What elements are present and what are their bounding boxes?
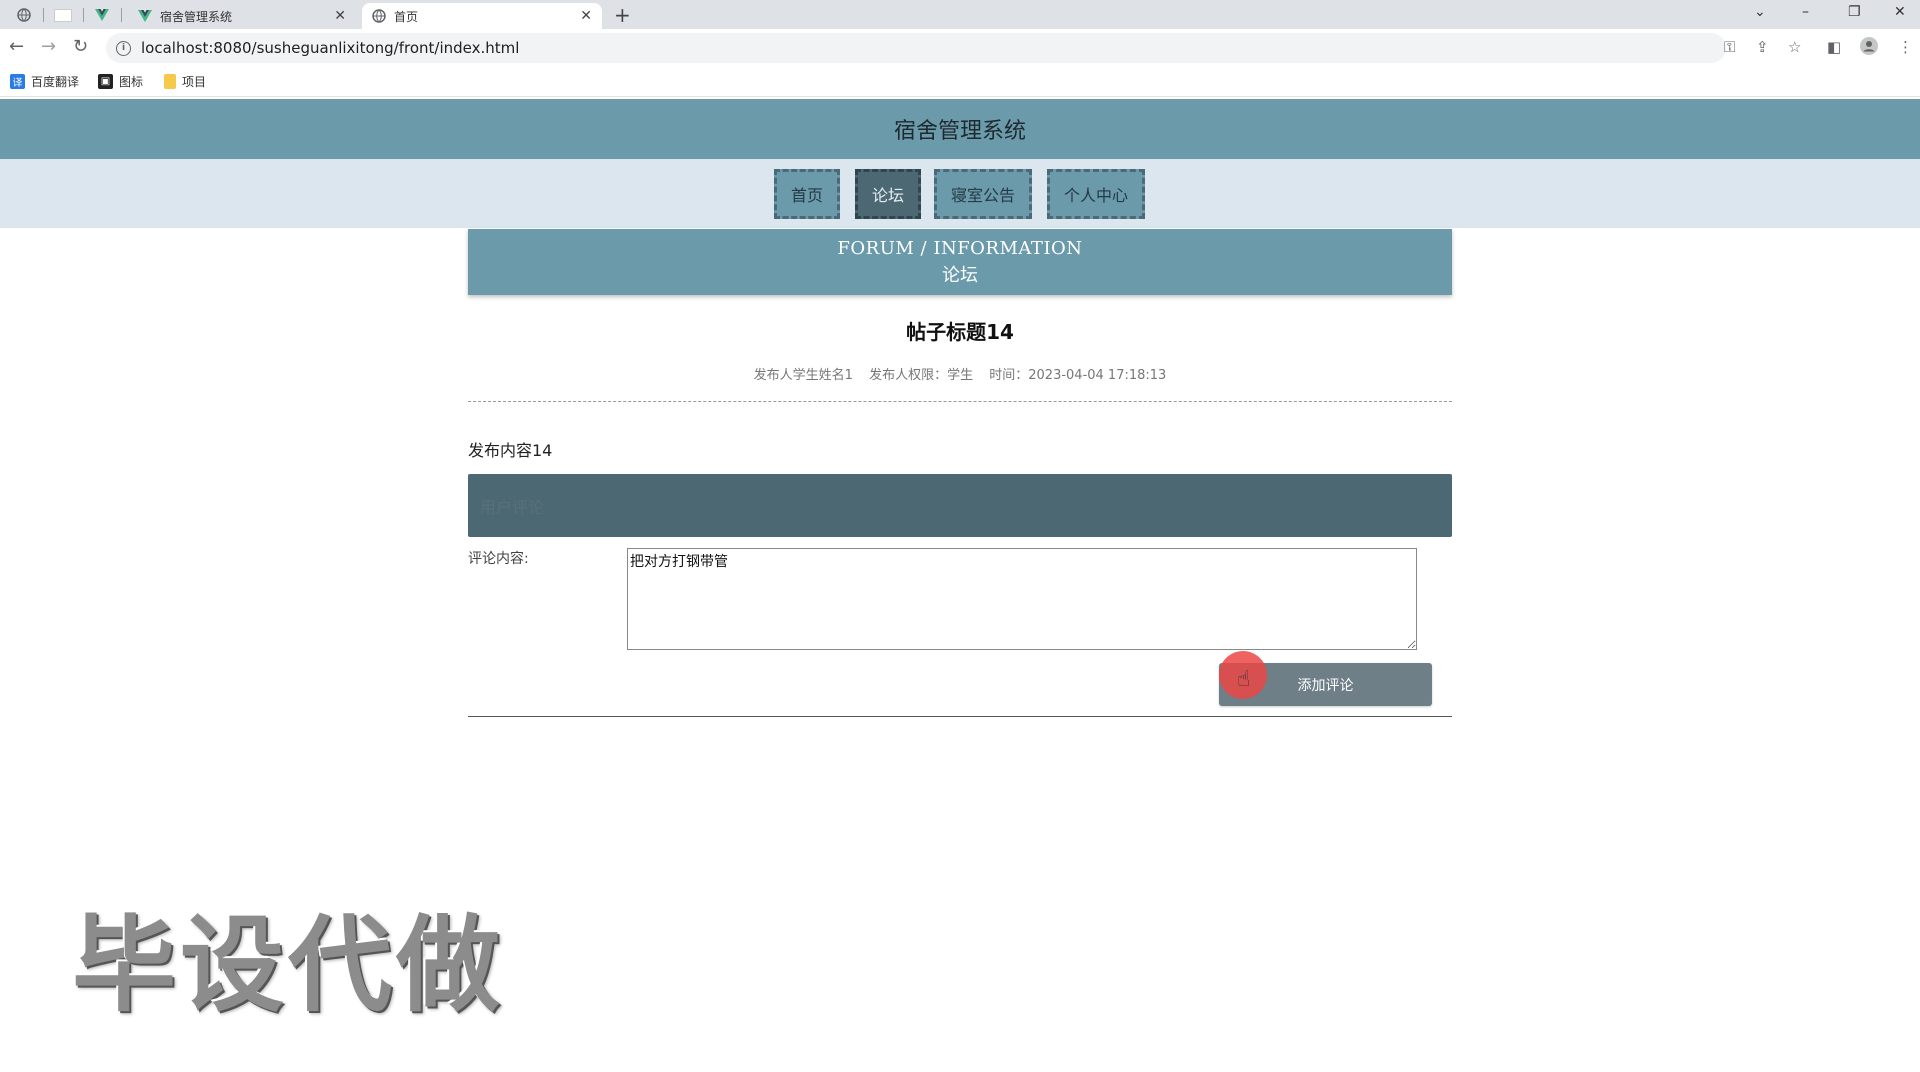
hand-cursor-icon: ☝ xyxy=(1237,667,1251,692)
tab-dorm-system[interactable]: 宿舍管理系统 ✕ xyxy=(128,3,356,29)
side-panel-icon[interactable]: ◧ xyxy=(1827,37,1841,57)
address-bar[interactable]: i localhost:8080/susheguanlixitong/front… xyxy=(106,33,1726,63)
comment-section-title: 用户评论 xyxy=(480,497,545,517)
pinned-tab-blank[interactable] xyxy=(52,4,74,26)
info-icon[interactable]: i xyxy=(116,40,131,56)
restore-icon[interactable]: ❐ xyxy=(1848,2,1861,22)
post-meta: 发布人学生姓名1 发布人权限：学生 时间：2023-04-04 17:18:13 xyxy=(468,364,1452,383)
nav-item-home[interactable]: 首页 xyxy=(774,169,840,219)
tab-search-chevron-icon[interactable]: ⌄ xyxy=(1754,2,1766,22)
pinned-tab-globe[interactable] xyxy=(14,4,34,26)
translate-icon: 译 xyxy=(10,74,25,89)
menu-dots-icon[interactable]: ⋮ xyxy=(1898,37,1913,57)
nav-item-personal-center[interactable]: 个人中心 xyxy=(1047,169,1145,219)
bookmark-baidu-translate[interactable]: 译 百度翻译 xyxy=(10,73,79,90)
globe-icon xyxy=(372,9,386,23)
vue-icon xyxy=(138,10,152,22)
pinned-tab-vue[interactable] xyxy=(92,4,112,26)
bookmarks-bar: 译 百度翻译 ▣ 图标 项目 xyxy=(0,67,1920,97)
comment-label: 评论内容: xyxy=(468,551,529,567)
nav-item-notice[interactable]: 寝室公告 xyxy=(934,169,1032,219)
nav-item-forum[interactable]: 论坛 xyxy=(855,169,921,219)
comment-section-header: 用户评论 xyxy=(468,474,1452,537)
bookmark-icons[interactable]: ▣ 图标 xyxy=(98,73,143,90)
reload-icon[interactable]: ↻ xyxy=(73,37,88,57)
banner-title-en: FORUM / INFORMATION xyxy=(837,237,1083,259)
new-tab-button[interactable]: + xyxy=(614,3,631,27)
browser-tabstrip: 宿舍管理系统 ✕ 首页 ✕ + ⌄ – ❐ ✕ xyxy=(0,0,1920,29)
main-nav: 首页 论坛 寝室公告 个人中心 xyxy=(0,159,1920,228)
forward-arrow-icon[interactable]: → xyxy=(41,37,56,57)
tab-separator xyxy=(121,8,122,22)
globe-icon xyxy=(17,8,31,22)
section-banner: FORUM / INFORMATION 论坛 xyxy=(468,229,1452,295)
folder-icon xyxy=(164,74,176,89)
divider xyxy=(468,716,1452,717)
key-icon[interactable]: ⚿ xyxy=(1724,37,1735,57)
site-title: 宿舍管理系统 xyxy=(893,119,1026,144)
banner-title-cn: 论坛 xyxy=(942,264,978,286)
tab-title: 首页 xyxy=(394,9,419,24)
tab-home[interactable]: 首页 ✕ xyxy=(362,3,602,29)
blank-page-icon xyxy=(54,8,72,22)
bookmark-label: 图标 xyxy=(119,75,144,89)
tab-separator xyxy=(83,8,84,22)
bookmark-label: 项目 xyxy=(182,75,207,89)
tab-title: 宿舍管理系统 xyxy=(160,9,233,24)
divider xyxy=(468,401,1452,402)
share-icon[interactable]: ⇪ xyxy=(1756,37,1769,57)
site-header: 宿舍管理系统 xyxy=(0,99,1920,159)
bookmark-projects[interactable]: 项目 xyxy=(164,73,206,90)
close-icon[interactable]: ✕ xyxy=(334,8,346,24)
window-close-icon[interactable]: ✕ xyxy=(1894,2,1906,22)
image-icon: ▣ xyxy=(98,74,113,89)
browser-toolbar: ← → ↻ i localhost:8080/susheguanlixitong… xyxy=(0,29,1920,67)
back-arrow-icon[interactable]: ← xyxy=(9,37,24,57)
address-url[interactable]: localhost:8080/susheguanlixitong/front/i… xyxy=(141,39,519,57)
post-title: 帖子标题14 xyxy=(906,320,1014,344)
post-content: 发布内容14 xyxy=(468,441,553,460)
watermark: 毕设代做 xyxy=(72,904,505,1026)
post-time: 时间：2023-04-04 17:18:13 xyxy=(989,368,1167,383)
tab-separator xyxy=(43,8,44,22)
star-icon[interactable]: ☆ xyxy=(1788,37,1801,57)
vue-icon xyxy=(95,9,109,21)
bookmark-label: 百度翻译 xyxy=(31,75,80,89)
profile-avatar-icon[interactable] xyxy=(1860,37,1878,60)
close-icon[interactable]: ✕ xyxy=(580,8,592,24)
post-role: 发布人权限：学生 xyxy=(869,368,974,383)
comment-textarea[interactable]: 把对方打钢带管 xyxy=(627,548,1417,650)
post-author: 发布人学生姓名1 xyxy=(753,368,853,383)
minimize-icon[interactable]: – xyxy=(1802,2,1809,22)
